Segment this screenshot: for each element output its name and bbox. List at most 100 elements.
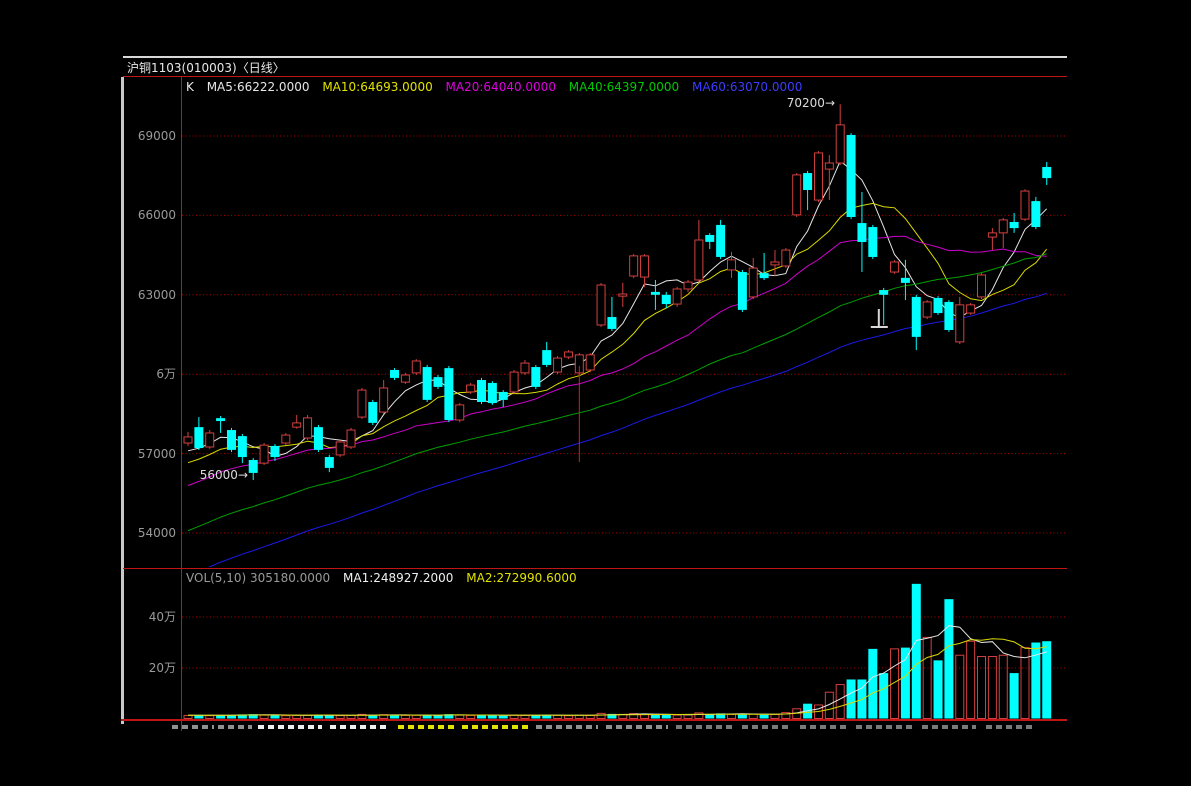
candle-up: [999, 220, 1007, 233]
candle-down: [270, 446, 279, 457]
candle-up: [728, 260, 736, 270]
clipped-text-fragment: [398, 725, 454, 729]
volume-bar: [184, 715, 192, 718]
candle-up: [467, 385, 475, 392]
candle-down: [249, 460, 258, 473]
volume-bar: [847, 679, 856, 718]
volume-bar: [554, 715, 562, 718]
clipped-text-fragment: [986, 725, 1036, 729]
volume-bar: [521, 715, 529, 718]
candle-down: [760, 273, 769, 278]
candle-up: [358, 390, 366, 417]
candle-up: [749, 268, 757, 297]
candle-down: [434, 377, 443, 387]
candle-down: [227, 430, 236, 450]
candle-down: [325, 457, 334, 468]
clipped-text-fragment: [606, 725, 668, 729]
candle-down: [716, 225, 725, 257]
candle-up: [184, 437, 192, 443]
candle-down: [1031, 201, 1040, 227]
candle-up: [456, 405, 464, 420]
volume-bar: [347, 715, 355, 718]
low-price-annotation: 56000→: [194, 468, 248, 482]
candle-down: [542, 350, 551, 365]
candle-up: [401, 375, 409, 382]
candle-up: [891, 262, 899, 272]
volume-bar: [749, 714, 757, 718]
volume-bar: [401, 715, 409, 718]
candle-up: [1021, 191, 1029, 219]
volume-bar: [944, 599, 953, 718]
candle-down: [847, 135, 856, 217]
volume-bar: [467, 715, 475, 718]
candle-down: [868, 227, 877, 257]
candle-up: [564, 352, 572, 357]
candle-down: [912, 297, 921, 337]
volume-bar: [760, 715, 769, 719]
candle-down: [857, 223, 866, 242]
volume-bar: [771, 714, 779, 718]
candle-down: [705, 235, 714, 242]
volume-bar: [586, 715, 594, 718]
clipped-text-fragment: [856, 725, 914, 729]
candle-up: [347, 430, 355, 447]
candle-down: [238, 436, 247, 457]
candle-up: [923, 302, 931, 317]
candle-up: [304, 418, 312, 438]
candle-up: [412, 361, 420, 373]
clipped-text-fragment: [742, 725, 792, 729]
volume-bar: [412, 715, 420, 718]
candle-down: [879, 290, 888, 295]
clipped-text-fragment: [676, 725, 732, 729]
clipped-text-fragment: [536, 725, 598, 729]
volume-bar: [901, 648, 910, 719]
candle-down: [314, 427, 323, 450]
candle-up: [630, 256, 638, 276]
candle-up: [619, 294, 627, 296]
candle-down: [738, 272, 747, 310]
chart-annotations: [579, 309, 887, 462]
candle-down: [531, 367, 540, 387]
candle-up: [695, 240, 703, 280]
volume-bar: [1010, 673, 1019, 718]
candle-up: [597, 285, 605, 325]
candle-down: [390, 370, 399, 378]
clipped-text-fragment: [330, 725, 390, 729]
volume-chart: [184, 584, 1051, 719]
volume-bar: [206, 716, 214, 719]
clipped-text-fragment: [462, 725, 528, 729]
volume-bar: [434, 715, 443, 718]
volume-bar: [934, 660, 943, 718]
candle-up: [586, 355, 594, 370]
high-price-annotation: 70200→: [777, 96, 835, 110]
volume-bar: [282, 716, 290, 719]
candle-up: [988, 233, 996, 237]
volume-bar: [923, 637, 931, 718]
candle-up: [673, 289, 681, 304]
volume-bar: [912, 584, 921, 719]
candle-up: [967, 305, 975, 313]
price-chart: [184, 104, 1051, 575]
candle-up: [554, 358, 562, 372]
volume-bar: [967, 641, 975, 718]
volume-bar: [293, 715, 301, 718]
candle-up: [684, 282, 692, 289]
candle-down: [662, 295, 671, 304]
candle-down: [488, 383, 497, 403]
volume-bar: [499, 716, 508, 719]
candle-up: [293, 423, 301, 427]
candle-up: [836, 125, 844, 163]
clipped-text-fragment: [922, 725, 976, 729]
candle-up: [782, 250, 790, 266]
volume-bar: [336, 716, 344, 719]
candle-up: [282, 435, 290, 443]
candle-down: [607, 317, 616, 329]
volume-bar: [868, 649, 877, 719]
candle-up: [336, 442, 344, 455]
candle-up: [260, 445, 268, 463]
volume-bar: [270, 715, 279, 718]
chart-canvas[interactable]: [0, 0, 1191, 786]
candle-up: [521, 363, 529, 373]
candle-down: [934, 298, 943, 313]
clipped-text-fragment: [258, 725, 322, 729]
